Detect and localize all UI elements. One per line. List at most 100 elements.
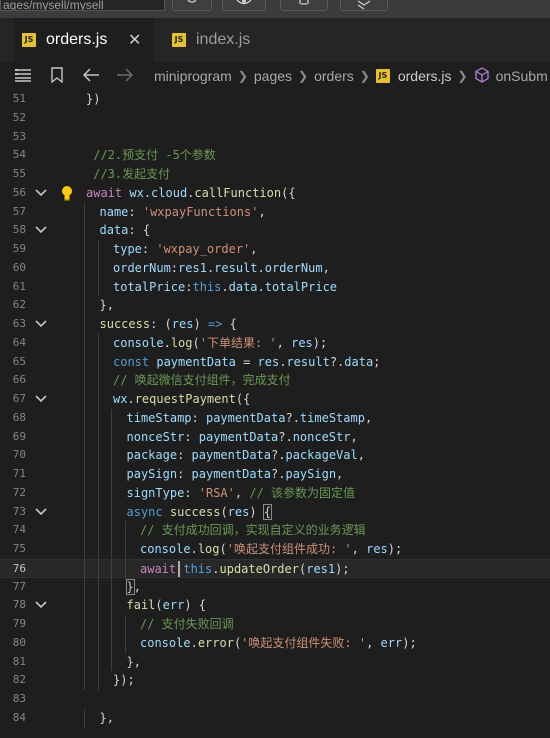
preview-button[interactable] bbox=[222, 0, 266, 11]
breadcrumb-item-miniprogram[interactable]: miniprogram bbox=[154, 68, 232, 84]
indent-guide bbox=[84, 540, 85, 559]
line-number: 71 bbox=[12, 467, 26, 480]
code-line[interactable]: 59 type: 'wxpay_order', bbox=[0, 240, 550, 259]
code-line[interactable]: 76 await this.updateOrder(res1); bbox=[0, 558, 550, 579]
code-line[interactable]: 72 signType: 'RSA', // 该参数为固定值 bbox=[0, 483, 550, 503]
code-line[interactable]: 81}, bbox=[0, 652, 550, 672]
chevron-down-icon[interactable] bbox=[33, 221, 49, 239]
code-token: , bbox=[336, 467, 344, 481]
code-line[interactable]: 58 data: { bbox=[0, 221, 550, 240]
code-line[interactable]: 77}, bbox=[0, 577, 550, 597]
indent-guide bbox=[111, 540, 112, 559]
code-line[interactable]: 69 nonceStr: paymentData?.nonceStr, bbox=[0, 427, 550, 447]
chevron-down-icon[interactable] bbox=[33, 390, 49, 408]
code-token: err bbox=[380, 635, 403, 650]
code-text: totalPrice:this.data.totalPrice bbox=[113, 278, 337, 297]
code-line[interactable]: 57 name: 'wxpayFunctions', bbox=[0, 202, 550, 222]
breadcrumb-item-pages[interactable]: pages bbox=[254, 68, 292, 84]
code-line[interactable]: 66 // 唤起微信支付组件，完成支付 bbox=[0, 371, 550, 390]
indent-guide bbox=[84, 483, 85, 503]
layers-button[interactable] bbox=[340, 0, 388, 11]
code-token: paySign bbox=[126, 467, 178, 481]
breadcrumb-item-symbol[interactable]: onSubm bbox=[496, 68, 548, 84]
line-number: 59 bbox=[12, 242, 26, 255]
line-number: 74 bbox=[12, 523, 26, 537]
code-line[interactable]: 55 //3.发起支付 bbox=[0, 165, 550, 184]
code-line[interactable]: 52 bbox=[0, 109, 550, 128]
tab-orders-js[interactable]: JS orders.js ✕ bbox=[14, 18, 154, 62]
code-line[interactable]: 61 totalPrice:this.data.totalPrice bbox=[0, 277, 550, 297]
code-line[interactable]: 78 fail(err) { bbox=[0, 596, 550, 615]
code-token: totalPrice bbox=[264, 279, 338, 294]
code-line[interactable]: 51}) bbox=[0, 90, 550, 109]
breadcrumb: miniprogram ❯ pages ❯ orders ❯ JS orders… bbox=[0, 62, 550, 90]
code-line[interactable]: 54 //2.预支付 -5个参数 bbox=[0, 146, 550, 165]
code-token: wx bbox=[129, 185, 144, 200]
chevron-down-icon[interactable] bbox=[33, 184, 49, 202]
code-line[interactable]: 79 // 支付失败回调 bbox=[0, 615, 550, 634]
back-arrow-icon[interactable] bbox=[82, 67, 100, 85]
code-editor[interactable]: 51}) 52 53 54 //2.预支付 -5个参数 55 //3.发起支付 56 awa… bbox=[0, 90, 550, 738]
code-token: ( bbox=[192, 335, 200, 350]
code-line[interactable]: 73 async success(res) { bbox=[0, 502, 550, 522]
code-line[interactable]: 74 // 支付成功回调，实现自定义的业务逻辑 bbox=[0, 521, 550, 540]
debug-button[interactable] bbox=[280, 0, 328, 11]
code-token: timeStamp bbox=[299, 410, 365, 425]
code-text: // 支付失败回调 bbox=[140, 615, 234, 634]
code-token: console bbox=[113, 335, 164, 350]
code-line[interactable]: 84}, bbox=[0, 708, 550, 728]
code-line[interactable]: 80 console.error('唤起支付组件失败: ', err); bbox=[0, 633, 550, 653]
forward-arrow-icon[interactable] bbox=[116, 67, 134, 85]
code-line[interactable]: 53 bbox=[0, 128, 550, 147]
indent-guide bbox=[124, 559, 126, 579]
code-line[interactable]: 82}); bbox=[0, 671, 550, 690]
code-text: orderNum:res1.result.orderNum, bbox=[113, 259, 330, 278]
code-token: ); bbox=[312, 335, 328, 350]
line-number: 82 bbox=[12, 673, 26, 687]
text-cursor bbox=[178, 560, 180, 577]
code-line[interactable]: 63 success: (res) => { bbox=[0, 315, 550, 334]
code-token: ( bbox=[220, 504, 228, 519]
path-input[interactable]: ages/mysell/mysell bbox=[0, 0, 165, 11]
code-line[interactable]: 60 orderNum:res1.result.orderNum, bbox=[0, 258, 550, 278]
code-line[interactable]: 83 bbox=[0, 690, 550, 709]
indent-guide bbox=[97, 483, 99, 503]
code-token: , bbox=[250, 242, 258, 256]
refresh-button[interactable] bbox=[172, 0, 212, 11]
code-text: console.error('唤起支付组件失败: ', err); bbox=[140, 634, 417, 653]
code-token: . bbox=[212, 561, 220, 576]
list-flat-icon[interactable] bbox=[14, 68, 32, 85]
code-line[interactable]: 65 const paymentData = res.result?.data; bbox=[0, 352, 550, 372]
code-line[interactable]: 67 wx.requestPayment({ bbox=[0, 390, 550, 409]
breadcrumb-item-orders[interactable]: orders bbox=[314, 68, 354, 84]
close-icon[interactable]: ✕ bbox=[128, 30, 141, 50]
code-text: paySign: paymentData?.paySign, bbox=[127, 465, 344, 484]
horizontal-scrollbar[interactable] bbox=[0, 728, 550, 738]
indent-guide bbox=[111, 615, 112, 634]
code-line[interactable]: 68 timeStamp: paymentData?.timeStamp, bbox=[0, 408, 550, 428]
chevron-down-icon[interactable] bbox=[33, 315, 49, 333]
code-line[interactable]: 75 console.log('唤起支付组件成功: ', res); bbox=[0, 540, 550, 559]
code-line[interactable]: 56 await wx.cloud.callFunction({ bbox=[0, 184, 550, 203]
lightbulb-icon[interactable] bbox=[60, 185, 74, 201]
chevron-down-icon[interactable] bbox=[33, 503, 49, 521]
code-line[interactable]: 64 console.log('下单结果: ', res); bbox=[0, 333, 550, 353]
indent-guide bbox=[84, 465, 85, 484]
line-number: 70 bbox=[12, 448, 26, 462]
code-line[interactable]: 70 package: paymentData?.packageVal, bbox=[0, 446, 550, 465]
code-token: = bbox=[235, 354, 258, 369]
tab-index-js[interactable]: JS index.js bbox=[160, 18, 300, 62]
code-token: this bbox=[183, 561, 213, 576]
code-line[interactable]: 62}, bbox=[0, 296, 550, 315]
code-line[interactable]: 71 paySign: paymentData?.paySign, bbox=[0, 465, 550, 484]
line-number: 77 bbox=[12, 579, 26, 593]
breadcrumb-item-file[interactable]: orders.js bbox=[398, 68, 452, 84]
code-token: }); bbox=[113, 673, 135, 688]
code-token: , bbox=[366, 635, 381, 650]
code-token: data bbox=[228, 279, 258, 294]
indent-guide bbox=[97, 596, 99, 615]
chevron-down-icon[interactable] bbox=[33, 596, 49, 614]
bookmark-icon[interactable] bbox=[50, 66, 64, 86]
code-token: : bbox=[141, 242, 157, 256]
code-token: ( bbox=[219, 542, 227, 556]
